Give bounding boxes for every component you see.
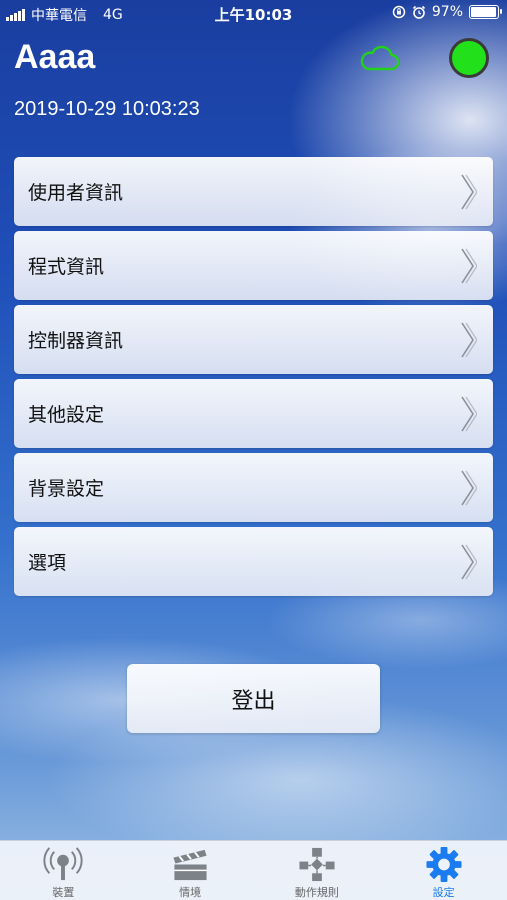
tab-action-rules[interactable]: 動作規則 [254, 841, 381, 900]
logout-button[interactable]: 登出 [127, 664, 380, 733]
menu-item-background-settings[interactable]: 背景設定 [14, 453, 493, 522]
tab-label: 設定 [432, 886, 455, 899]
rules-icon [299, 847, 335, 882]
tab-scenes[interactable]: 情境 [127, 841, 254, 900]
chevron-right-icon [461, 174, 477, 209]
settings-menu: 使用者資訊 程式資訊 控制器資訊 其他設定 背景設定 選項 [14, 157, 493, 601]
status-bar: 中華電信 4G 上午10:03 97% [0, 0, 507, 28]
cloud-icon[interactable] [358, 44, 400, 72]
menu-item-user-info[interactable]: 使用者資訊 [14, 157, 493, 226]
menu-item-controller-info[interactable]: 控制器資訊 [14, 305, 493, 374]
status-right: 97% [392, 4, 502, 20]
menu-item-label: 選項 [28, 552, 67, 574]
connection-status-indicator [449, 38, 489, 78]
page-title: Aaaa [14, 38, 96, 76]
device-icon [43, 847, 83, 881]
chevron-right-icon [461, 248, 477, 283]
menu-item-options[interactable]: 選項 [14, 527, 493, 596]
alarm-icon [412, 5, 425, 19]
tab-label: 情境 [179, 886, 202, 899]
orientation-lock-icon [392, 5, 406, 19]
menu-item-label: 使用者資訊 [28, 182, 124, 204]
tab-settings[interactable]: 設定 [380, 841, 507, 900]
battery-icon [469, 5, 502, 19]
menu-item-label: 控制器資訊 [28, 330, 124, 352]
tab-devices[interactable]: 裝置 [0, 841, 127, 900]
tab-bar: 裝置 情境 動作規則 設定 [0, 840, 507, 900]
battery-level-fill [471, 7, 497, 17]
chevron-right-icon [461, 322, 477, 357]
chevron-right-icon [461, 396, 477, 431]
tab-label: 動作規則 [294, 886, 339, 899]
scene-icon [173, 849, 207, 881]
menu-item-app-info[interactable]: 程式資訊 [14, 231, 493, 300]
chevron-right-icon [461, 470, 477, 505]
chevron-right-icon [461, 544, 477, 579]
menu-item-label: 其他設定 [28, 404, 105, 426]
menu-item-other-settings[interactable]: 其他設定 [14, 379, 493, 448]
menu-item-label: 程式資訊 [28, 256, 105, 278]
gear-icon [426, 846, 462, 883]
tab-label: 裝置 [52, 886, 75, 899]
current-datetime: 2019-10-29 10:03:23 [14, 98, 200, 120]
battery-percent: 97% [431, 4, 463, 20]
menu-item-label: 背景設定 [28, 478, 105, 500]
